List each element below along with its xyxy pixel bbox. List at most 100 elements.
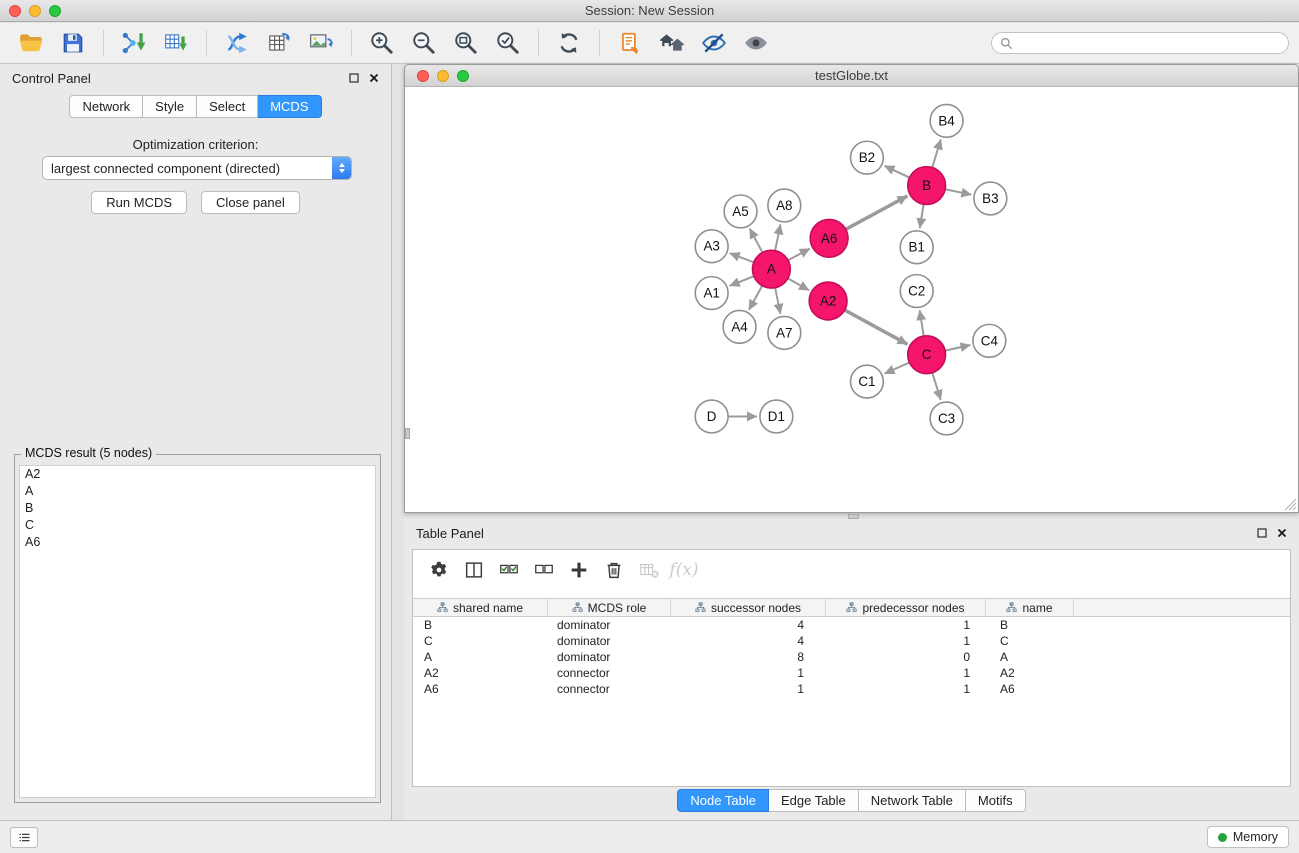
cell-successor-nodes[interactable]: 1 <box>671 682 826 696</box>
deselect-all-button[interactable] <box>530 556 558 584</box>
cell-successor-nodes[interactable]: 1 <box>671 666 826 680</box>
mcds-result-list[interactable]: A2ABCA6 <box>19 465 376 798</box>
save-session-button[interactable] <box>58 28 88 58</box>
zoom-fit-button[interactable] <box>451 28 481 58</box>
graph-node-B2[interactable]: B2 <box>851 141 884 174</box>
home-button[interactable] <box>657 28 687 58</box>
cell-name[interactable]: A2 <box>986 666 1074 680</box>
new-network-button[interactable] <box>222 28 252 58</box>
table-row[interactable]: Adominator80A <box>413 649 1290 665</box>
tab-node-table[interactable]: Node Table <box>677 789 769 812</box>
run-mcds-button[interactable]: Run MCDS <box>91 191 187 214</box>
graph-edge-A2-C[interactable] <box>845 310 908 344</box>
graph-node-A1[interactable]: A1 <box>695 277 728 310</box>
select-all-button[interactable] <box>495 556 523 584</box>
cell-shared-name[interactable]: B <box>413 618 548 632</box>
cell-predecessor-nodes[interactable]: 0 <box>826 650 986 664</box>
network-graph[interactable]: B4B2BB3A5A8A6B1A3AC2A1A2A4A7C1CC4C3DD1 <box>405 88 1298 512</box>
graph-node-A2[interactable]: A2 <box>809 282 847 320</box>
memory-button[interactable]: Memory <box>1207 826 1289 848</box>
graph-node-C2[interactable]: C2 <box>900 275 933 308</box>
graph-edge-A-A4[interactable] <box>749 286 762 310</box>
optimization-criterion-select[interactable]: largest connected component (directed) <box>42 156 352 180</box>
column-header-name[interactable]: name <box>986 599 1074 616</box>
tab-motifs[interactable]: Motifs <box>966 789 1026 812</box>
close-panel-button[interactable]: Close panel <box>201 191 300 214</box>
mcds-result-item[interactable]: A2 <box>20 466 375 483</box>
graph-node-C1[interactable]: C1 <box>851 365 884 398</box>
cell-successor-nodes[interactable]: 4 <box>671 618 826 632</box>
graph-node-C4[interactable]: C4 <box>973 324 1006 357</box>
cell-successor-nodes[interactable]: 4 <box>671 634 826 648</box>
graph-node-D1[interactable]: D1 <box>760 400 793 433</box>
cell-mcds-role[interactable]: dominator <box>548 634 671 648</box>
graph-node-D[interactable]: D <box>695 400 728 433</box>
graph-node-C[interactable]: C <box>908 336 946 374</box>
graph-edge-B-B3[interactable] <box>945 189 971 194</box>
graph-edge-A-A3[interactable] <box>730 253 754 262</box>
graph-node-A5[interactable]: A5 <box>724 195 757 228</box>
graphics-details-button[interactable] <box>699 28 729 58</box>
float-table-panel-icon[interactable] <box>1257 528 1267 538</box>
graph-edge-A-A7[interactable] <box>775 288 780 314</box>
table-row[interactable]: Cdominator41C <box>413 633 1290 649</box>
import-network-from-file-button[interactable] <box>119 28 149 58</box>
mcds-result-item[interactable]: B <box>20 500 375 517</box>
close-table-panel-icon[interactable] <box>1277 528 1287 538</box>
table-row[interactable]: A6connector11A6 <box>413 681 1290 697</box>
tab-style[interactable]: Style <box>143 95 197 118</box>
graph-edge-A6-B[interactable] <box>846 196 908 229</box>
mcds-result-item[interactable]: A <box>20 483 375 500</box>
cell-shared-name[interactable]: C <box>413 634 548 648</box>
graph-edge-A-A6[interactable] <box>788 249 810 261</box>
apply-layout-button[interactable] <box>554 28 584 58</box>
cell-predecessor-nodes[interactable]: 1 <box>826 666 986 680</box>
tab-mcds[interactable]: MCDS <box>258 95 321 118</box>
cell-predecessor-nodes[interactable]: 1 <box>826 682 986 696</box>
graph-node-A8[interactable]: A8 <box>768 189 801 222</box>
cell-mcds-role[interactable]: connector <box>548 666 671 680</box>
network-canvas[interactable]: B4B2BB3A5A8A6B1A3AC2A1A2A4A7C1CC4C3DD1 <box>405 88 1298 512</box>
create-column-button[interactable] <box>565 556 593 584</box>
column-header-predecessor-nodes[interactable]: predecessor nodes <box>826 599 986 616</box>
graph-edge-B-B1[interactable] <box>920 204 924 228</box>
show-columns-button[interactable] <box>460 556 488 584</box>
horizontal-splitter-handle[interactable] <box>848 514 859 519</box>
cell-predecessor-nodes[interactable]: 1 <box>826 634 986 648</box>
graph-node-A[interactable]: A <box>752 250 790 288</box>
open-session-button[interactable] <box>16 28 46 58</box>
graph-edge-B-B2[interactable] <box>885 166 910 178</box>
graph-node-B4[interactable]: B4 <box>930 104 963 137</box>
close-panel-icon[interactable] <box>369 73 379 83</box>
tab-edge-table[interactable]: Edge Table <box>769 789 859 812</box>
cell-mcds-role[interactable]: dominator <box>548 650 671 664</box>
graph-node-B1[interactable]: B1 <box>900 231 933 264</box>
graph-edge-C-C3[interactable] <box>932 373 940 400</box>
graph-node-A4[interactable]: A4 <box>723 310 756 343</box>
table-row[interactable]: A2connector11A2 <box>413 665 1290 681</box>
network-from-clipboard-button[interactable] <box>615 28 645 58</box>
graph-edge-C-C1[interactable] <box>885 363 910 374</box>
tab-network[interactable]: Network <box>69 95 143 118</box>
cell-name[interactable]: B <box>986 618 1074 632</box>
cell-mcds-role[interactable]: connector <box>548 682 671 696</box>
mcds-result-item[interactable]: C <box>20 517 375 534</box>
delete-column-button[interactable] <box>600 556 628 584</box>
new-table-button[interactable] <box>264 28 294 58</box>
zoom-selected-button[interactable] <box>493 28 523 58</box>
graph-node-A3[interactable]: A3 <box>695 230 728 263</box>
zoom-out-button[interactable] <box>409 28 439 58</box>
cell-shared-name[interactable]: A6 <box>413 682 548 696</box>
column-header-mcds-role[interactable]: MCDS role <box>548 599 671 616</box>
cell-predecessor-nodes[interactable]: 1 <box>826 618 986 632</box>
column-header-successor-nodes[interactable]: successor nodes <box>671 599 826 616</box>
mcds-result-item[interactable]: A6 <box>20 534 375 551</box>
cell-shared-name[interactable]: A <box>413 650 548 664</box>
zoom-in-button[interactable] <box>367 28 397 58</box>
graph-node-A7[interactable]: A7 <box>768 316 801 349</box>
float-panel-icon[interactable] <box>349 73 359 83</box>
graph-edge-A-A5[interactable] <box>750 229 763 253</box>
column-header-shared-name[interactable]: shared name <box>413 599 548 616</box>
graph-edge-A-A2[interactable] <box>788 278 809 290</box>
vertical-splitter-handle[interactable] <box>405 428 410 439</box>
